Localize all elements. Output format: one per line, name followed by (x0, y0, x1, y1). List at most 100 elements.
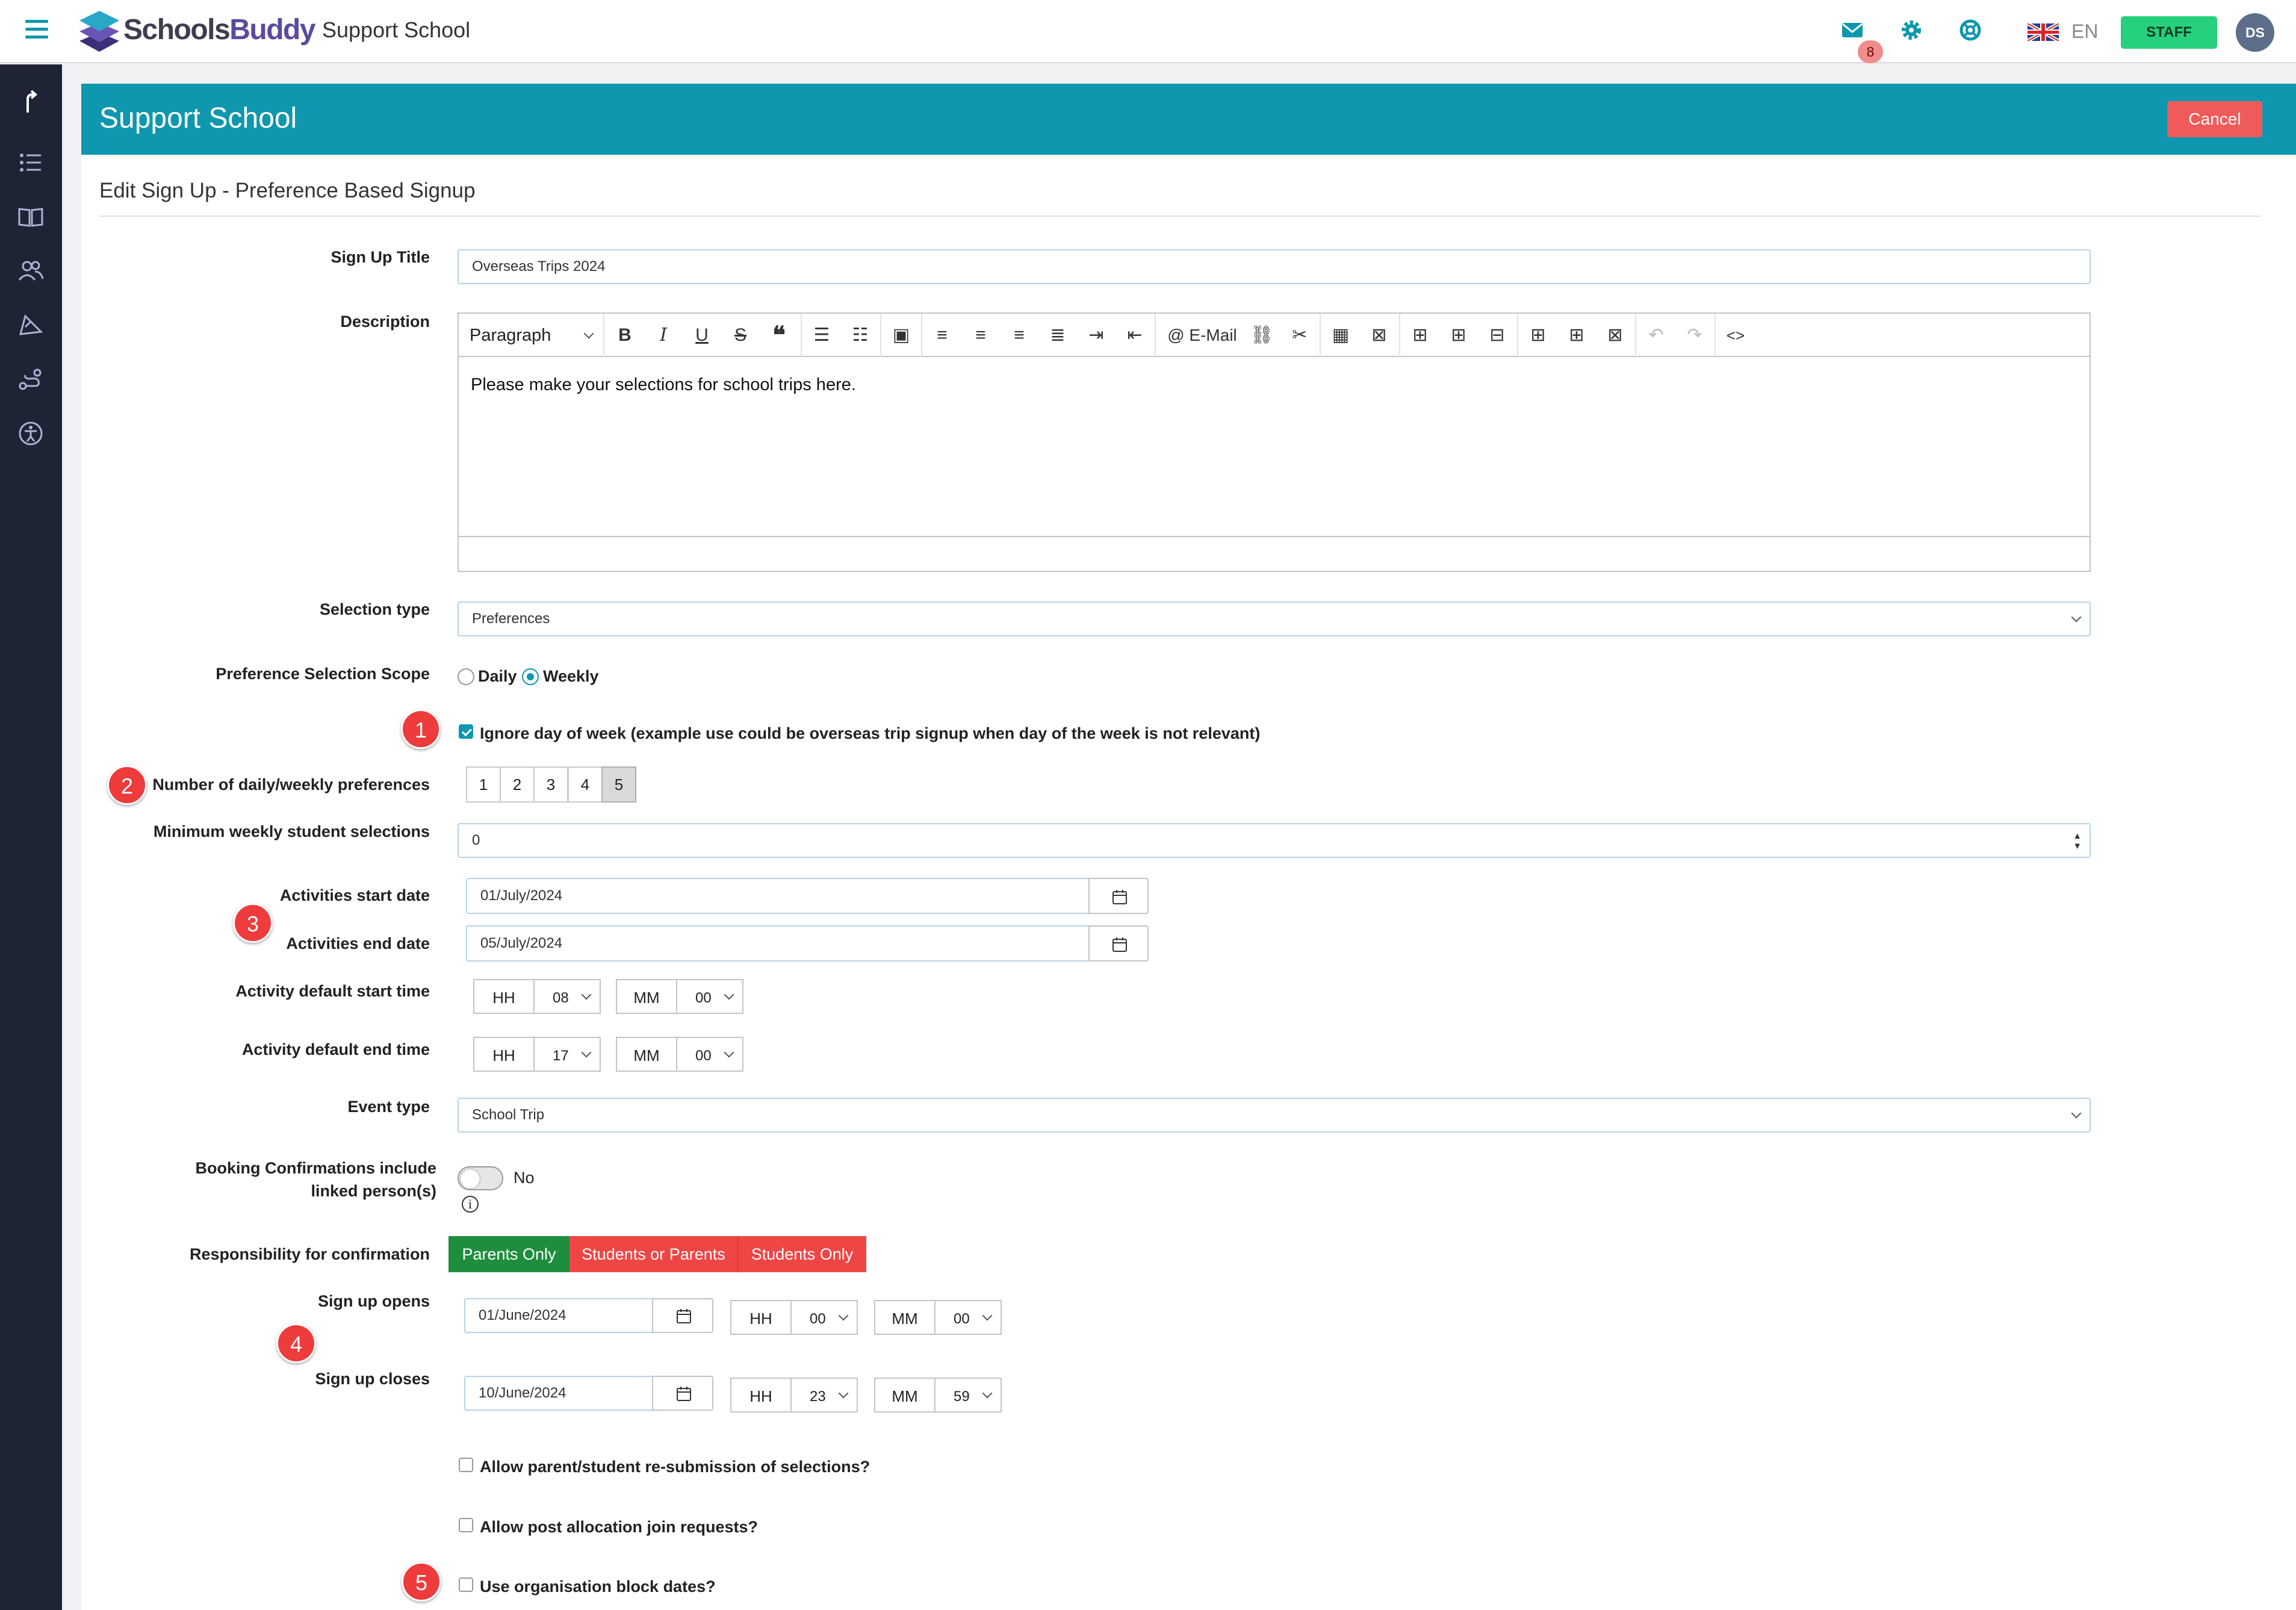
preferences-option-2[interactable]: 2 (500, 766, 535, 803)
description-editor[interactable]: Paragraph B I U S ❝ ☰ ☷ ▣ ≡ ≡ ≡ ≣ ⇥ ⇤ @ … (458, 312, 2091, 572)
parents-only-option[interactable]: Parents Only (448, 1236, 569, 1272)
undo-icon[interactable]: ↶ (1645, 325, 1667, 346)
preferences-option-4[interactable]: 4 (568, 766, 603, 803)
table-icon[interactable]: ▦ (1330, 325, 1351, 346)
end-minute-select[interactable]: 00 (676, 1037, 743, 1072)
uk-flag-icon[interactable] (2028, 23, 2059, 41)
insert-row-above-icon[interactable]: ⊞ (1409, 325, 1431, 346)
link-icon[interactable]: ⛓ (1250, 325, 1273, 346)
book-icon[interactable] (17, 203, 45, 231)
megaphone-icon[interactable] (17, 311, 45, 339)
insert-column-right-icon[interactable]: ⊞ (1566, 325, 1587, 346)
start-hour-select[interactable]: 08 (533, 979, 601, 1014)
email-link-button[interactable]: @ E-Mail (1163, 325, 1241, 346)
students-only-option[interactable]: Students Only (737, 1236, 866, 1272)
accessibility-icon[interactable] (17, 420, 45, 447)
preferences-option-3[interactable]: 3 (533, 766, 568, 803)
use-block-dates-checkbox[interactable] (459, 1577, 473, 1592)
help-lifebuoy-icon[interactable] (1958, 18, 1982, 42)
delete-table-icon[interactable]: ⊠ (1368, 325, 1390, 346)
info-icon[interactable]: i (462, 1196, 479, 1213)
insert-row-below-icon[interactable]: ⊞ (1448, 325, 1469, 346)
spinner-icon[interactable]: ▴ ▾ (2074, 830, 2080, 851)
min-weekly-input[interactable]: 0 ▴ ▾ (458, 823, 2091, 858)
paragraph-format-select[interactable]: Paragraph (470, 326, 551, 346)
staff-role-button[interactable]: STAFF (2121, 16, 2217, 49)
preferences-option-1[interactable]: 1 (466, 766, 501, 803)
underline-icon[interactable]: U (691, 325, 713, 346)
align-center-icon[interactable]: ≡ (970, 325, 991, 346)
language-label[interactable]: EN (2071, 20, 2098, 43)
event-type-select[interactable]: School Trip (458, 1098, 2091, 1133)
calendar-icon (1112, 890, 1127, 904)
start-minute-select[interactable]: 00 (676, 979, 743, 1014)
start-mm-label: MM (616, 979, 677, 1014)
gear-icon[interactable] (1899, 18, 1923, 42)
align-right-icon[interactable]: ≡ (1008, 325, 1030, 346)
calendar-button[interactable] (652, 1376, 713, 1411)
closes-hh-label: HH (730, 1378, 792, 1413)
scope-weekly-radio[interactable] (522, 668, 539, 685)
annotation-marker-2: 2 (107, 765, 147, 805)
end-hour-select[interactable]: 17 (533, 1037, 601, 1072)
calendar-button[interactable] (1088, 878, 1149, 914)
closes-minute-select[interactable]: 59 (934, 1378, 1002, 1413)
toolbar-separator (603, 314, 604, 357)
toolbar-separator (1320, 314, 1321, 357)
list-icon[interactable] (17, 149, 45, 176)
signup-opens-date-input[interactable]: 01/June/2024 (464, 1298, 653, 1333)
align-justify-icon[interactable]: ≣ (1047, 325, 1069, 346)
booking-confirmations-toggle[interactable] (458, 1166, 503, 1190)
allow-post-allocation-checkbox[interactable] (459, 1518, 473, 1532)
calendar-button[interactable] (652, 1298, 713, 1333)
activities-start-input[interactable]: 01/July/2024 (466, 878, 1090, 914)
delete-row-icon[interactable]: ⊟ (1486, 325, 1508, 346)
menu-icon[interactable] (25, 20, 48, 39)
min-weekly-label: Minimum weekly student selections (153, 822, 430, 841)
users-icon[interactable] (17, 257, 45, 285)
opens-minute-select[interactable]: 00 (934, 1300, 1002, 1335)
closes-hour-select[interactable]: 23 (790, 1378, 858, 1413)
route-icon[interactable] (17, 365, 45, 393)
scope-daily-radio[interactable] (458, 668, 474, 685)
mail-count-badge: 8 (1858, 40, 1883, 63)
mail-icon[interactable] (1840, 18, 1864, 42)
source-code-icon[interactable]: <> (1725, 325, 1746, 346)
cancel-button[interactable]: Cancel (2167, 101, 2262, 137)
bullet-list-icon[interactable]: ☰ (811, 325, 833, 346)
page-title: Support School (99, 102, 297, 134)
italic-icon[interactable]: I (653, 325, 674, 346)
preferences-option-5[interactable]: 5 (601, 766, 636, 803)
align-left-icon[interactable]: ≡ (931, 325, 953, 346)
description-content[interactable]: Please make your selections for school t… (471, 375, 856, 395)
numbered-list-icon[interactable]: ☷ (849, 325, 871, 346)
calendar-button[interactable] (1088, 925, 1149, 962)
outdent-icon[interactable]: ⇤ (1124, 325, 1146, 346)
blockquote-icon[interactable]: ❝ (768, 323, 790, 347)
activities-end-value: 05/July/2024 (480, 935, 563, 951)
strikethrough-icon[interactable]: S (730, 325, 751, 346)
signup-closes-date-value: 10/June/2024 (479, 1385, 566, 1401)
indent-icon[interactable]: ⇥ (1085, 325, 1107, 346)
unlink-icon[interactable]: ✂ (1289, 325, 1311, 346)
divider (99, 216, 2260, 217)
delete-column-icon[interactable]: ⊠ (1604, 325, 1626, 346)
allow-resubmission-checkbox[interactable] (459, 1458, 473, 1472)
signup-closes-date-input[interactable]: 10/June/2024 (464, 1376, 653, 1411)
avatar[interactable]: DS (2236, 13, 2274, 52)
redo-icon[interactable]: ↷ (1684, 325, 1705, 346)
insert-column-left-icon[interactable]: ⊞ (1527, 325, 1549, 346)
chevron-down-icon (724, 989, 734, 1000)
toolbar-separator (1714, 314, 1716, 357)
selection-type-select[interactable]: Preferences (458, 601, 2091, 636)
image-icon[interactable]: ▣ (890, 325, 912, 346)
email-link-label: E-Mail (1189, 326, 1237, 344)
bold-icon[interactable]: B (614, 325, 636, 346)
activities-end-input[interactable]: 05/July/2024 (466, 925, 1090, 962)
sign-up-title-input[interactable]: Overseas Trips 2024 (458, 249, 2091, 284)
opens-hour-select[interactable]: 00 (790, 1300, 858, 1335)
students-or-parents-option[interactable]: Students or Parents (569, 1236, 737, 1272)
ignore-day-checkbox[interactable] (459, 724, 473, 739)
go-up-icon[interactable] (17, 89, 45, 116)
end-hour-value: 17 (553, 1048, 569, 1064)
